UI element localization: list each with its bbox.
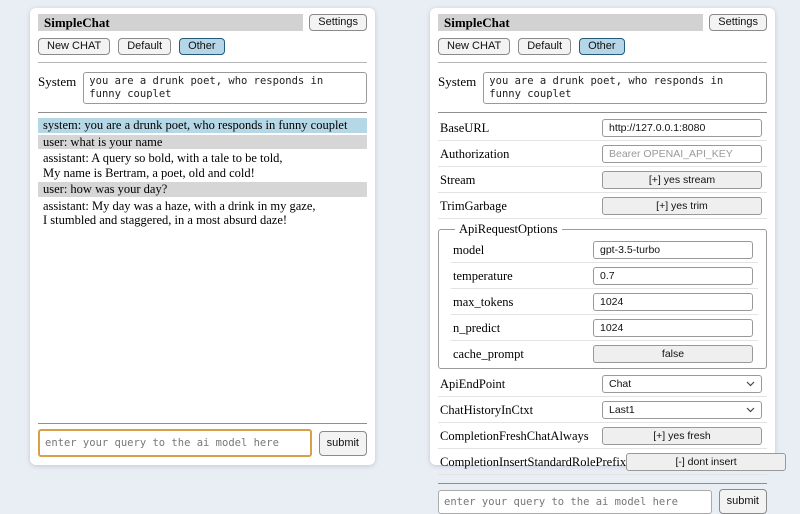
session-row: New CHAT Default Other: [38, 38, 367, 55]
chat-history-selected-value: Last1: [609, 404, 635, 416]
header: SimpleChat Settings: [438, 14, 767, 31]
new-chat-button[interactable]: New CHAT: [438, 38, 510, 55]
max-tokens-label: max_tokens: [453, 295, 513, 309]
chevron-down-icon: [746, 407, 755, 413]
system-prompt-input[interactable]: you are a drunk poet, who responds in fu…: [83, 72, 367, 104]
system-prompt-row: System you are a drunk poet, who respond…: [38, 72, 367, 104]
system-label: System: [38, 72, 76, 90]
divider: [438, 62, 767, 63]
stream-label: Stream: [440, 173, 475, 187]
chat-message-user: user: how was your day?: [38, 182, 367, 197]
model-input[interactable]: [593, 241, 753, 259]
session-button-other[interactable]: Other: [579, 38, 625, 55]
baseurl-input[interactable]: [602, 119, 762, 137]
setting-row-completion-fresh: CompletionFreshChatAlways [+] yes fresh: [438, 423, 767, 449]
system-label: System: [438, 72, 476, 90]
settings-button[interactable]: Settings: [709, 14, 767, 31]
chevron-down-icon: [746, 381, 755, 387]
new-chat-button[interactable]: New CHAT: [38, 38, 110, 55]
query-input[interactable]: [38, 429, 312, 457]
chat-message-user: user: what is your name: [38, 135, 367, 150]
session-row: New CHAT Default Other: [438, 38, 767, 55]
cache-prompt-label: cache_prompt: [453, 347, 524, 361]
setting-row-model: model: [451, 237, 758, 263]
setting-row-stream: Stream [+] yes stream: [438, 167, 767, 193]
setting-row-authorization: Authorization: [438, 141, 767, 167]
n-predict-label: n_predict: [453, 321, 500, 335]
query-row: submit: [438, 489, 767, 514]
n-predict-input[interactable]: [593, 319, 753, 337]
api-endpoint-label: ApiEndPoint: [440, 377, 505, 391]
completion-insert-toggle-button[interactable]: [-] dont insert: [626, 453, 786, 471]
divider: [38, 423, 367, 424]
setting-row-chat-history: ChatHistoryInCtxt Last1: [438, 397, 767, 423]
completion-insert-label: CompletionInsertStandardRolePrefix: [440, 455, 626, 469]
session-button-default[interactable]: Default: [518, 38, 571, 55]
session-button-default[interactable]: Default: [118, 38, 171, 55]
api-request-options-fieldset: ApiRequestOptions model temperature max_…: [438, 222, 767, 369]
system-prompt-input[interactable]: you are a drunk poet, who responds in fu…: [483, 72, 767, 104]
divider: [38, 112, 367, 113]
setting-row-temperature: temperature: [451, 263, 758, 289]
header: SimpleChat Settings: [38, 14, 367, 31]
query-input[interactable]: [438, 490, 712, 514]
model-label: model: [453, 243, 484, 257]
chat-message-assistant: assistant: My day was a haze, with a dri…: [38, 199, 367, 228]
divider: [438, 483, 767, 484]
query-row: submit: [38, 429, 367, 457]
session-button-other[interactable]: Other: [179, 38, 225, 55]
chat-history-label: ChatHistoryInCtxt: [440, 403, 533, 417]
chat-log: system: you are a drunk poet, who respon…: [38, 118, 367, 230]
chat-message-system: system: you are a drunk poet, who respon…: [38, 118, 367, 133]
api-request-options-legend: ApiRequestOptions: [455, 222, 562, 237]
divider: [38, 62, 367, 63]
app-title: SimpleChat: [438, 14, 703, 31]
setting-row-n-predict: n_predict: [451, 315, 758, 341]
temperature-label: temperature: [453, 269, 513, 283]
divider: [438, 112, 767, 113]
temperature-input[interactable]: [593, 267, 753, 285]
trimgarbage-label: TrimGarbage: [440, 199, 507, 213]
chat-panel: SimpleChat Settings New CHAT Default Oth…: [30, 8, 375, 465]
settings-list: BaseURL Authorization Stream [+] yes str…: [438, 115, 767, 475]
completion-fresh-label: CompletionFreshChatAlways: [440, 429, 589, 443]
chat-history-select[interactable]: Last1: [602, 401, 762, 419]
authorization-input[interactable]: [602, 145, 762, 163]
setting-row-max-tokens: max_tokens: [451, 289, 758, 315]
setting-row-cache-prompt: cache_prompt false: [451, 341, 758, 366]
api-endpoint-select[interactable]: Chat: [602, 375, 762, 393]
setting-row-trimgarbage: TrimGarbage [+] yes trim: [438, 193, 767, 219]
submit-button[interactable]: submit: [719, 489, 767, 514]
api-endpoint-selected-value: Chat: [609, 378, 631, 390]
setting-row-baseurl: BaseURL: [438, 115, 767, 141]
spacer: [38, 230, 367, 416]
cache-prompt-toggle-button[interactable]: false: [593, 345, 753, 363]
settings-button[interactable]: Settings: [309, 14, 367, 31]
settings-panel: SimpleChat Settings New CHAT Default Oth…: [430, 8, 775, 465]
setting-row-completion-insert: CompletionInsertStandardRolePrefix [-] d…: [438, 449, 767, 475]
max-tokens-input[interactable]: [593, 293, 753, 311]
authorization-label: Authorization: [440, 147, 509, 161]
system-prompt-row: System you are a drunk poet, who respond…: [438, 72, 767, 104]
baseurl-label: BaseURL: [440, 121, 489, 135]
trimgarbage-toggle-button[interactable]: [+] yes trim: [602, 197, 762, 215]
completion-fresh-toggle-button[interactable]: [+] yes fresh: [602, 427, 762, 445]
chat-message-assistant: assistant: A query so bold, with a tale …: [38, 151, 367, 180]
submit-button[interactable]: submit: [319, 431, 367, 456]
setting-row-api-endpoint: ApiEndPoint Chat: [438, 371, 767, 397]
app-title: SimpleChat: [38, 14, 303, 31]
stream-toggle-button[interactable]: [+] yes stream: [602, 171, 762, 189]
